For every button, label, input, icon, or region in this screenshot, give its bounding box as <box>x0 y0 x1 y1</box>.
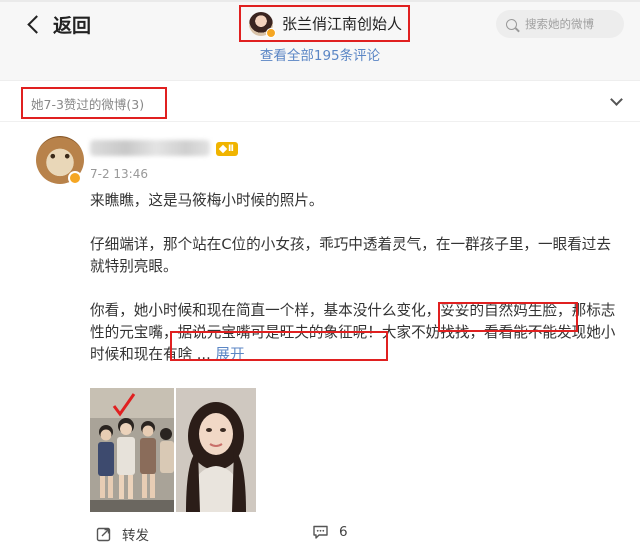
post-image-portrait[interactable] <box>176 388 256 512</box>
back-button[interactable]: 返回 <box>24 10 91 38</box>
profile-header[interactable]: 张兰俏江南创始人 <box>239 5 410 42</box>
highlight-box <box>438 302 578 332</box>
author-name-blurred[interactable] <box>90 140 210 156</box>
post-paragraph: 仔细端详，那个站在C位的小女孩，乖巧中透着灵气，在一群孩子里，一眼看过去 <box>90 236 611 253</box>
top-divider <box>0 0 640 2</box>
filter-row: 她7-3赞过的微博(3) <box>0 80 640 122</box>
verified-badge-icon <box>68 171 82 185</box>
level-badge: Ⅱ <box>216 142 238 156</box>
highlight-box <box>170 331 388 361</box>
share-icon <box>96 527 111 542</box>
profile-name: 张兰俏江南创始人 <box>282 15 403 33</box>
repost-button[interactable]: 转发 <box>96 524 149 544</box>
filter-label: 她7-3赞过的微博(3) <box>31 96 145 112</box>
back-label: 返回 <box>53 14 92 37</box>
search-box[interactable] <box>496 10 625 38</box>
post-paragraph: 就特别亮眼。 <box>90 258 178 275</box>
avatar <box>249 11 276 38</box>
post-image-childhood[interactable] <box>90 388 174 512</box>
post-timestamp: 7-2 13:46 <box>90 167 148 181</box>
repost-label: 转发 <box>122 528 149 544</box>
search-input[interactable] <box>525 17 625 31</box>
verified-badge-icon <box>266 27 276 38</box>
comment-count: 6 <box>339 524 348 540</box>
level-text: Ⅱ <box>228 144 234 154</box>
comment-button[interactable]: 6 <box>312 524 348 540</box>
liked-posts-filter[interactable]: 她7-3赞过的微博(3) <box>21 87 167 119</box>
search-icon <box>506 18 517 30</box>
childhood-photo-icon <box>90 388 174 512</box>
view-all-comments-link[interactable]: 查看全部195条评论 <box>0 44 640 64</box>
chevron-left-icon <box>27 14 46 34</box>
comment-icon <box>313 525 328 539</box>
diamond-icon <box>218 144 228 154</box>
post-paragraph: 来瞧瞧，这是马筱梅小时候的照片。 <box>90 192 324 209</box>
portrait-photo-icon <box>176 388 256 512</box>
